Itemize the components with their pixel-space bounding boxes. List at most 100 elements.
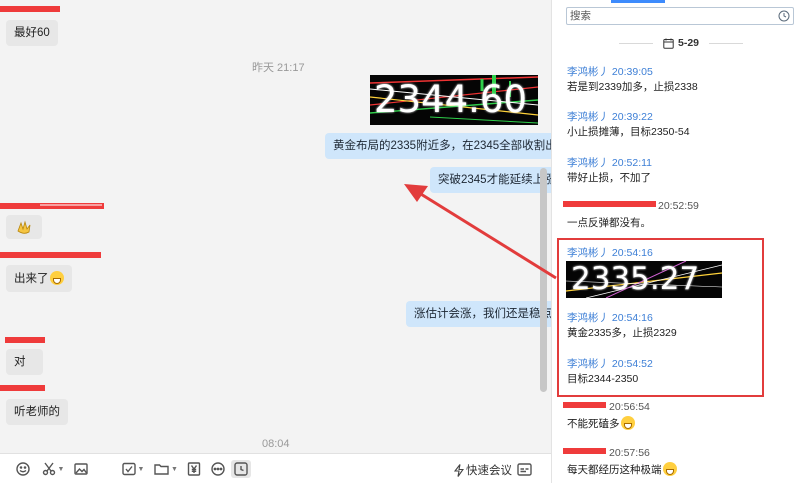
message-text: 突破2345才能延续上涨 [438,174,551,186]
redacted-sender [5,337,45,343]
entry-text: 目标2344-2350 [567,373,639,385]
message-text: 听老师的 [14,406,60,418]
entry-time: 20:54:16 [611,247,653,259]
folder-icon [154,464,169,475]
clock-icon [234,462,248,476]
entry-text-content: 不能死磕多 [567,418,620,430]
entry-header: 李鸿彬丿 20:52:11 [567,155,652,170]
red-packet-button[interactable] [185,460,203,478]
entry-text: 不能死磕多 [567,416,635,431]
entry-header: 李鸿彬丿 20:54:52 [567,356,653,371]
entry-time: 20:52:59 [658,200,699,212]
price-value: 2344.60 [374,78,528,121]
entry-time: 20:57:56 [609,447,650,459]
message-timestamp: 昨天 21:17 [252,62,305,74]
emoji-button[interactable] [14,460,32,478]
history-button[interactable] [231,460,251,478]
redacted-sender [0,252,101,258]
price-chart-image[interactable]: 2335.27 [566,261,722,298]
search-box[interactable] [566,7,794,25]
message-timestamp: 08:04 [262,438,290,450]
entry-time: 20:56:54 [609,401,650,413]
history-panel: 5-29 李鸿彬丿 20:39:05 若是到2339加多，止损2338 李鸿彬丿… [551,0,800,483]
message-bubble[interactable]: 涨估计会涨，我们还是稳点来 [406,301,551,327]
redacted-sender [563,402,606,408]
date-label: 5-29 [678,37,700,49]
screenshot-button[interactable]: ▼ [40,460,66,478]
message-text: 黄金布局的2335附近多，在2345全部收割出局把 [333,140,551,152]
entry-time: 20:52:11 [611,157,653,169]
entry-header: 李鸿彬丿 20:54:16 [567,310,653,325]
sender-name[interactable]: 李鸿彬丿 [567,312,609,324]
date-divider [709,43,743,44]
entry-header: 李鸿彬丿 20:39:22 [567,109,653,124]
image-button[interactable] [72,460,90,478]
redacted-sender [563,448,606,454]
redacted-sender [0,385,45,391]
hand-emoji-icon [17,220,31,234]
redacted-sender [563,201,656,207]
entry-text: 带好止损，不加了 [567,172,651,184]
quick-meeting-label: 快速会议 [466,465,512,477]
sweat-emoji-icon [662,462,677,476]
date-separator: 5-29 [663,37,699,49]
sender-name[interactable]: 李鸿彬丿 [567,247,609,259]
chevron-down-icon: ▼ [137,465,145,473]
entry-text: 小止损摊薄，目标2350-54 [567,126,690,138]
subtitle-button[interactable] [515,460,533,478]
grin-emoji-icon [49,271,64,285]
clock-icon[interactable] [778,10,790,22]
entry-time: 20:39:05 [611,66,653,78]
chat-scrollbar[interactable] [540,168,547,392]
quick-meeting-icon [454,463,464,477]
chevron-down-icon: ▼ [57,465,65,473]
file-button[interactable]: ▼ [152,460,180,478]
sender-name[interactable]: 李鸿彬丿 [567,66,609,78]
yen-icon [187,462,201,476]
emoji-icon [16,462,30,476]
checkbox-icon [121,462,136,476]
message-bubble[interactable]: 最好60 [6,20,58,46]
message-text: 涨估计会涨，我们还是稳点来 [414,308,551,320]
quick-meeting-button[interactable]: 快速会议 [454,462,512,478]
chat-pane: 最好60 昨天 21:17 2344.60 黄金布局的2335附近多，在2345… [0,0,551,483]
entry-time: 20:54:52 [611,358,653,370]
redacted-sender [0,6,60,12]
redacted-sender [40,204,102,206]
price-chart-image[interactable]: 2344.60 [370,75,538,125]
calendar-icon [663,38,674,49]
more-button[interactable] [209,460,227,478]
entry-text: 每天都经历这种极端 [567,462,677,477]
price-value: 2335.27 [571,261,700,297]
sweat-emoji-icon [620,416,635,430]
sender-name[interactable]: 李鸿彬丿 [567,111,609,123]
scissors-icon [42,462,55,476]
entry-time: 20:54:16 [611,312,653,324]
message-bubble[interactable]: 出来了 [6,265,72,292]
sender-name[interactable]: 李鸿彬丿 [567,358,609,370]
search-input[interactable] [570,9,770,23]
active-tab-indicator [611,0,665,3]
message-text: 出来了 [14,273,49,285]
subtitle-icon [516,462,532,476]
entry-header: 李鸿彬丿 20:54:16 [567,245,653,260]
message-bubble[interactable]: 听老师的 [6,399,68,425]
input-toolbar: ▼ ▼ ▼ 快速会议 [0,453,551,483]
message-text: 最好60 [14,27,50,39]
entry-text-content: 每天都经历这种极端 [567,464,662,476]
chevron-down-icon: ▼ [171,465,178,473]
sender-name[interactable]: 李鸿彬丿 [567,157,609,169]
date-divider [619,43,653,44]
message-bubble[interactable]: 对 [6,349,43,375]
message-text: 对 [14,356,26,368]
entry-text: 黄金2335多，止损2329 [567,327,677,339]
entry-header: 李鸿彬丿 20:39:05 [567,64,653,79]
more-icon [211,462,225,476]
message-bubble[interactable] [6,215,42,239]
message-bubble[interactable]: 突破2345才能延续上涨 [430,167,551,193]
image-icon [74,463,88,475]
task-button[interactable]: ▼ [120,460,146,478]
entry-text: 若是到2339加多，止损2338 [567,81,698,93]
entry-text: 一点反弹都没有。 [567,217,651,229]
message-bubble[interactable]: 黄金布局的2335附近多，在2345全部收割出局把 [325,133,551,159]
